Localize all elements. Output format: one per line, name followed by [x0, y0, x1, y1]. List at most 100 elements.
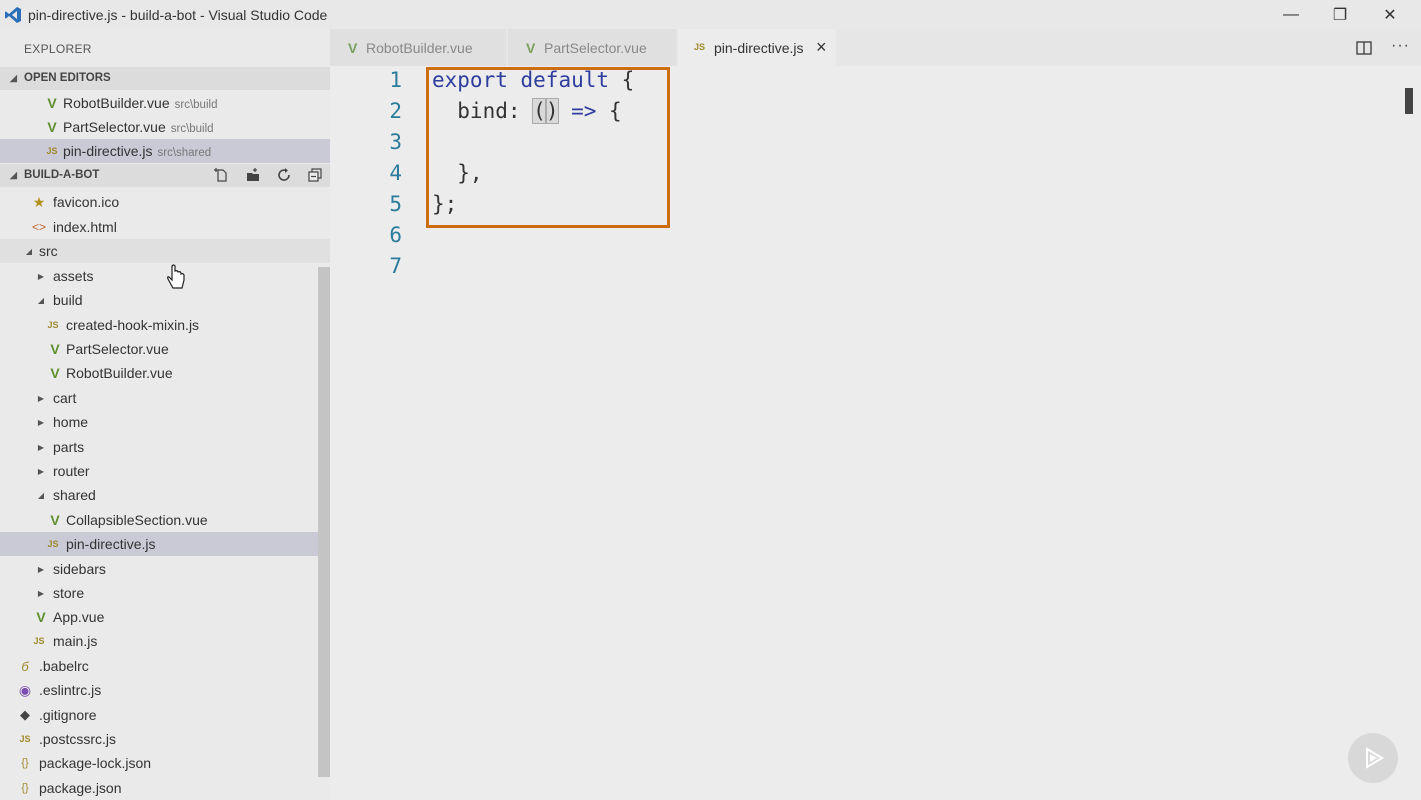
restore-icon: ❐: [1332, 7, 1348, 24]
editor-tab-bar: V RobotBuilder.vue V PartSelector.vue JS…: [330, 29, 1421, 66]
tree-item-label: .babelrc: [39, 658, 89, 674]
tree-item-babelrc[interactable]: б .babelrc: [0, 654, 330, 678]
code-line: 5 };: [330, 192, 1390, 223]
open-editor-item[interactable]: V PartSelector.vue src\build: [0, 115, 330, 139]
code-editor[interactable]: 1 export default { 2 bind: () => { 3 4 }…: [330, 66, 1421, 800]
caret-right-icon: ▶: [37, 466, 45, 476]
tree-item-partselector[interactable]: V PartSelector.vue: [0, 337, 330, 361]
tree-item-package-json[interactable]: {} package.json: [0, 776, 330, 800]
tree-folder-sidebars[interactable]: ▶ sidebars: [0, 557, 330, 581]
tree-folder-home[interactable]: ▶ home: [0, 410, 330, 434]
tree-folder-build[interactable]: ◢ build: [0, 288, 330, 312]
open-editor-path: src\shared: [157, 147, 212, 159]
tree-item-gitignore[interactable]: ◆ .gitignore: [0, 703, 330, 727]
minimize-button[interactable]: —: [1271, 4, 1311, 26]
tab-close-icon[interactable]: ×: [816, 37, 827, 58]
new-file-icon[interactable]: [214, 167, 230, 183]
tree-item-created-hook-mixin[interactable]: JS created-hook-mixin.js: [0, 313, 330, 337]
tab-robotbuilder[interactable]: V RobotBuilder.vue: [330, 29, 506, 66]
tree-item-label: pin-directive.js: [66, 536, 156, 552]
tree-item-label: .eslintrc.js: [39, 682, 102, 698]
vue-file-icon: V: [50, 512, 60, 528]
tree-item-label: router: [53, 463, 90, 479]
restore-button[interactable]: ❐: [1320, 4, 1360, 26]
tree-item-label: PartSelector.vue: [66, 341, 169, 357]
collapse-all-icon[interactable]: [307, 167, 323, 183]
open-editors-header[interactable]: ◢ OPEN EDITORS: [0, 67, 330, 90]
tree-item-label: created-hook-mixin.js: [66, 317, 200, 333]
refresh-icon[interactable]: [276, 167, 292, 183]
project-label: BUILD-A-BOT: [24, 169, 100, 181]
tree-item-label: .postcssrc.js: [39, 731, 117, 747]
vue-file-icon: V: [348, 40, 358, 56]
js-file-icon: JS: [694, 42, 706, 52]
tree-item-main-js[interactable]: JS main.js: [0, 629, 330, 653]
line-number: 4: [389, 161, 402, 185]
editor-scrollbar-thumb[interactable]: [1405, 88, 1413, 114]
code-line: 6: [330, 223, 1390, 254]
js-file-icon: JS: [47, 539, 59, 549]
open-editor-path: src\build: [174, 99, 218, 111]
tree-item-label: store: [53, 585, 85, 601]
split-editor-icon[interactable]: [1356, 40, 1372, 56]
tree-item-collapsiblesection[interactable]: V CollapsibleSection.vue: [0, 508, 330, 532]
tree-folder-shared[interactable]: ◢ shared: [0, 483, 330, 507]
tree-folder-assets[interactable]: ▶ assets: [0, 264, 330, 288]
js-file-icon: JS: [46, 146, 58, 156]
code-prop: bind:: [432, 99, 534, 123]
code-text: export default {: [432, 68, 634, 92]
tree-item-label: cart: [53, 390, 77, 406]
caret-down-icon: ◢: [37, 295, 45, 305]
caret-right-icon: ▶: [37, 271, 45, 281]
code-punct: {: [596, 99, 622, 123]
code-punct: {: [609, 68, 635, 92]
vscode-logo-icon: [5, 7, 21, 23]
caret-down-icon: ◢: [10, 170, 17, 180]
tree-item-robotbuilder[interactable]: V RobotBuilder.vue: [0, 361, 330, 385]
tree-item-label: favicon.ico: [53, 194, 120, 210]
tree-item-postcssrc[interactable]: JS .postcssrc.js: [0, 727, 330, 751]
caret-right-icon: ▶: [37, 588, 45, 598]
line-number: 6: [389, 223, 402, 247]
open-editor-item[interactable]: V RobotBuilder.vue src\build: [0, 91, 330, 115]
line-number: 2: [389, 99, 402, 123]
star-file-icon: ★: [32, 193, 46, 210]
tree-item-label: package-lock.json: [39, 755, 152, 771]
tree-folder-cart[interactable]: ▶ cart: [0, 386, 330, 410]
more-actions-icon[interactable]: ···: [1391, 37, 1410, 55]
new-folder-icon[interactable]: [245, 167, 261, 183]
tree-item-label: .gitignore: [39, 707, 97, 723]
open-editor-item-active[interactable]: JS pin-directive.js src\shared: [0, 139, 330, 163]
vue-file-icon: V: [50, 341, 60, 357]
babel-file-icon: б: [21, 658, 29, 674]
close-button[interactable]: ✕: [1370, 4, 1410, 26]
tab-pin-directive[interactable]: JS pin-directive.js ×: [678, 29, 836, 66]
tree-item-favicon[interactable]: ★ favicon.ico: [0, 190, 330, 214]
open-editors-label: OPEN EDITORS: [24, 72, 111, 84]
tree-item-label: RobotBuilder.vue: [66, 365, 173, 381]
tree-folder-router[interactable]: ▶ router: [0, 459, 330, 483]
tree-item-index-html[interactable]: <> index.html: [0, 215, 330, 239]
tree-item-label: build: [53, 292, 83, 308]
tree-item-package-lock[interactable]: {} package-lock.json: [0, 751, 330, 775]
tree-folder-parts[interactable]: ▶ parts: [0, 435, 330, 459]
caret-right-icon: ▶: [37, 393, 45, 403]
tree-item-app-vue[interactable]: V App.vue: [0, 605, 330, 629]
line-number: 3: [389, 130, 402, 154]
keyword: default: [520, 68, 610, 92]
tab-partselector[interactable]: V PartSelector.vue: [508, 29, 676, 66]
tree-item-pin-directive-selected[interactable]: JS pin-directive.js: [0, 532, 330, 556]
tree-item-label: home: [53, 414, 89, 430]
caret-right-icon: ▶: [37, 417, 45, 427]
title-bar: pin-directive.js - build-a-bot - Visual …: [0, 0, 1421, 29]
eslint-file-icon: ◉: [18, 681, 32, 698]
tree-item-eslintrc[interactable]: ◉ .eslintrc.js: [0, 678, 330, 702]
html-file-icon: <>: [32, 220, 47, 234]
tree-item-label: App.vue: [53, 609, 105, 625]
tree-item-label: main.js: [53, 633, 98, 649]
sidebar-scrollbar[interactable]: [318, 267, 330, 777]
code-line: 4 },: [330, 161, 1390, 192]
tree-folder-src[interactable]: ◢ src: [0, 239, 330, 263]
watermark-logo: [1348, 733, 1398, 783]
tree-folder-store[interactable]: ▶ store: [0, 581, 330, 605]
